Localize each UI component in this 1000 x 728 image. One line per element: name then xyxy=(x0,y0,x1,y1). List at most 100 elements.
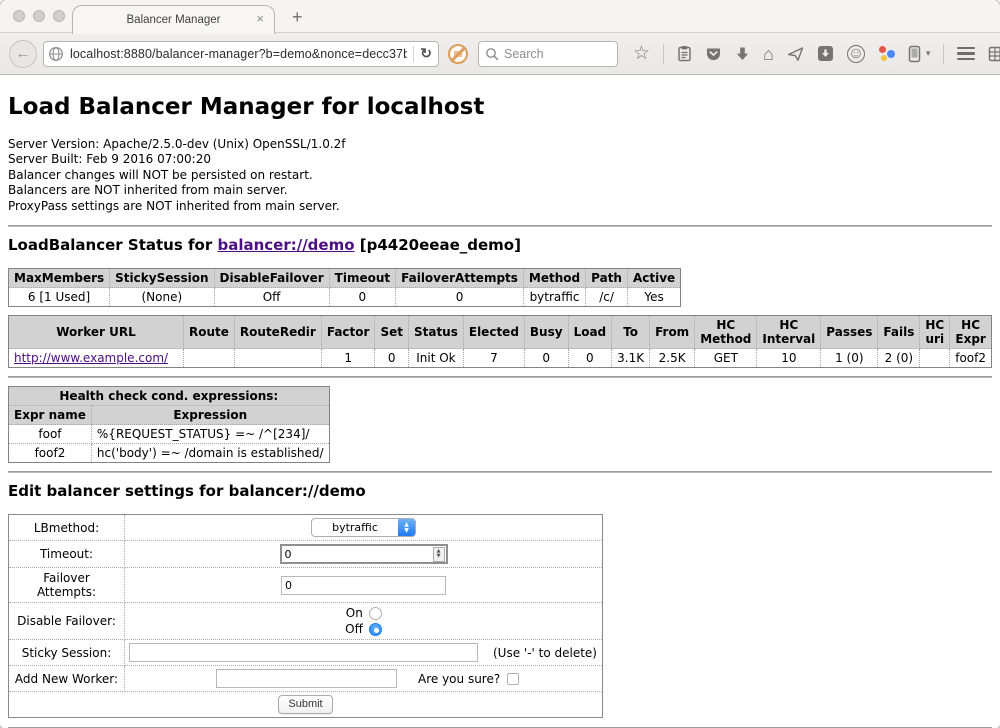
edit-settings-heading: Edit balancer settings for balancer://de… xyxy=(8,482,992,500)
radio-off-label: Off xyxy=(345,622,363,636)
select-stepper-icon: ▲▼ xyxy=(398,519,415,536)
search-placeholder: Search xyxy=(504,47,544,61)
extension-dots-icon[interactable] xyxy=(878,45,895,62)
form-row-add-worker: Add New Worker: Are you sure? xyxy=(9,666,603,692)
worker-status-table: Worker URL Route RouteRedir Factor Set S… xyxy=(8,315,992,368)
balancer-status-table: MaxMembers StickySession DisableFailover… xyxy=(8,268,681,307)
notice-line: ProxyPass settings are NOT inherited fro… xyxy=(8,199,992,214)
tab-groups-icon[interactable] xyxy=(988,46,1000,62)
radio-off[interactable] xyxy=(369,623,382,636)
col-failoverattempts: FailoverAttempts xyxy=(396,269,524,288)
close-window-button[interactable] xyxy=(13,10,25,22)
table-row: foof %{REQUEST_STATUS} =~ /^[234]/ xyxy=(9,425,330,444)
server-info: Server Version: Apache/2.5.0-dev (Unix) … xyxy=(8,137,992,214)
reader-clipboard-icon[interactable] xyxy=(677,45,692,62)
divider xyxy=(8,471,992,473)
sticky-session-label: Sticky Session: xyxy=(9,640,125,666)
sticky-session-hint: (Use '-' to delete) xyxy=(493,646,598,660)
form-row-disable-failover: Disable Failover: On Off xyxy=(9,603,603,640)
table-row: foof2 hc('body') =~ /domain is establish… xyxy=(9,444,330,463)
table-header-row: MaxMembers StickySession DisableFailover… xyxy=(9,269,681,288)
feedback-smiley-icon[interactable]: ☺ xyxy=(847,45,865,63)
col-maxmembers: MaxMembers xyxy=(9,269,110,288)
add-worker-label: Add New Worker: xyxy=(9,666,125,692)
tab-title: Balancer Manager xyxy=(127,14,221,26)
timeout-value: 0 xyxy=(285,548,292,561)
failover-attempts-value: 0 xyxy=(285,579,292,592)
number-stepper-icon[interactable]: ▲▼ xyxy=(433,547,445,562)
col-method: Method xyxy=(523,269,585,288)
divider xyxy=(8,225,992,227)
content-blocked-icon[interactable] xyxy=(448,44,468,64)
form-row-failover-attempts: Failover Attempts: 0 xyxy=(9,568,603,603)
toolbar-separator xyxy=(663,44,664,64)
notice-line: Balancers are NOT inherited from main se… xyxy=(8,183,992,198)
chevron-down-icon[interactable]: ▾ xyxy=(926,48,931,59)
download-arrow-icon[interactable] xyxy=(735,46,750,62)
zoom-window-button[interactable] xyxy=(53,10,65,22)
back-arrow-icon: ← xyxy=(16,45,31,62)
reload-icon[interactable]: ↻ xyxy=(420,45,434,62)
timeout-label: Timeout: xyxy=(9,541,125,568)
lbmethod-selected-value: bytraffic xyxy=(312,519,398,536)
close-tab-icon[interactable]: × xyxy=(256,12,264,26)
toolbar-icons: ☆ ⌂ ☺ ▾ xyxy=(633,44,1000,64)
send-plane-icon[interactable] xyxy=(787,46,804,62)
download-panel-icon[interactable] xyxy=(817,45,834,62)
search-bar[interactable]: Search xyxy=(478,41,618,67)
status-heading: LoadBalancer Status for balancer://demo … xyxy=(8,236,992,254)
page-content: Load Balancer Manager for localhost Serv… xyxy=(0,94,1000,728)
url-bar[interactable]: localhost:8880/balancer-manager?b=demo&n… xyxy=(43,41,439,67)
radio-on-label: On xyxy=(346,606,363,620)
table-header-row: Expr name Expression xyxy=(9,406,330,425)
table-row: 6 [1 Used] (None) Off 0 0 bytraffic /c/ … xyxy=(9,288,681,307)
sticky-session-input[interactable] xyxy=(129,643,478,662)
col-active: Active xyxy=(627,269,680,288)
device-sync-icon[interactable] xyxy=(908,45,921,63)
failover-attempts-input[interactable]: 0 xyxy=(281,576,446,595)
status-heading-prefix: LoadBalancer Status for xyxy=(8,236,217,254)
form-row-submit: Submit xyxy=(9,692,603,718)
back-button[interactable]: ← xyxy=(9,40,37,68)
lbmethod-label: LBmethod: xyxy=(9,515,125,541)
minimize-window-button[interactable] xyxy=(33,10,45,22)
col-stickysession: StickySession xyxy=(110,269,214,288)
balancer-demo-link[interactable]: balancer://demo xyxy=(217,236,354,254)
timeout-input[interactable]: 0 ▲▼ xyxy=(280,544,448,564)
form-row-timeout: Timeout: 0 ▲▼ xyxy=(9,541,603,568)
col-timeout: Timeout xyxy=(329,269,395,288)
search-icon xyxy=(485,47,499,61)
globe-icon xyxy=(48,46,64,62)
notice-line: Balancer changes will NOT be persisted o… xyxy=(8,168,992,183)
confirm-label: Are you sure? xyxy=(418,672,500,686)
health-table-title: Health check cond. expressions: xyxy=(9,387,330,406)
url-text[interactable]: localhost:8880/balancer-manager?b=demo&n… xyxy=(70,47,407,61)
menu-hamburger-icon[interactable] xyxy=(957,47,975,61)
failover-attempts-label: Failover Attempts: xyxy=(9,568,125,603)
navigation-toolbar: ← localhost:8880/balancer-manager?b=demo… xyxy=(0,33,1000,75)
window-controls xyxy=(13,10,65,22)
table-title-row: Health check cond. expressions: xyxy=(9,387,330,406)
submit-button[interactable]: Submit xyxy=(278,695,332,714)
worker-url-link[interactable]: http://www.example.com/ xyxy=(14,351,168,365)
new-tab-button[interactable]: + xyxy=(292,7,303,28)
bookmark-star-icon[interactable]: ☆ xyxy=(633,45,650,63)
tab-balancer-manager[interactable]: Balancer Manager × xyxy=(72,5,275,34)
radio-on[interactable] xyxy=(369,607,382,620)
browser-window: Balancer Manager × + ← localhost:8880/ba… xyxy=(0,0,1000,728)
col-disablefailover: DisableFailover xyxy=(214,269,329,288)
page-title: Load Balancer Manager for localhost xyxy=(8,94,992,120)
lbmethod-select[interactable]: bytraffic ▲▼ xyxy=(311,518,416,537)
form-row-sticky-session: Sticky Session: (Use '-' to delete) xyxy=(9,640,603,666)
disable-failover-label: Disable Failover: xyxy=(9,603,125,640)
home-icon[interactable]: ⌂ xyxy=(763,45,774,63)
urlbar-divider xyxy=(413,46,414,62)
table-row: http://www.example.com/ 1 0 Init Ok 7 0 … xyxy=(9,349,992,368)
divider xyxy=(8,376,992,378)
tab-bar: Balancer Manager × + xyxy=(0,0,1000,33)
table-header-row: Worker URL Route RouteRedir Factor Set S… xyxy=(9,316,992,349)
add-worker-input[interactable] xyxy=(216,669,397,688)
confirm-checkbox[interactable] xyxy=(507,673,519,685)
pocket-icon[interactable] xyxy=(705,46,722,62)
balancer-settings-form: LBmethod: bytraffic ▲▼ Timeout: 0 ▲▼ xyxy=(8,514,603,718)
